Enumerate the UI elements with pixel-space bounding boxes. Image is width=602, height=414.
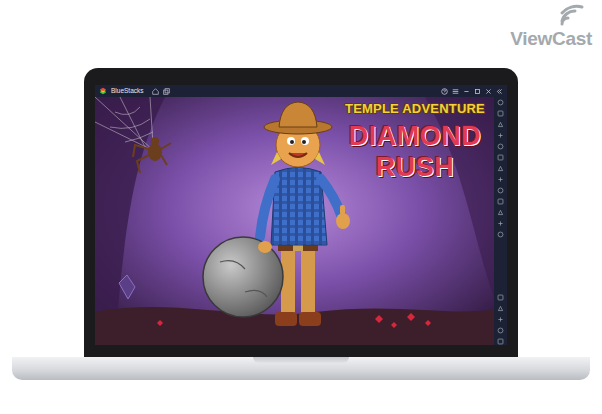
location-icon[interactable] (497, 187, 504, 194)
multi-instance-icon[interactable] (163, 88, 170, 95)
maximize-icon[interactable] (474, 88, 481, 95)
collapse-sidebar-icon[interactable] (496, 88, 503, 95)
game-title-line: DIAMOND (340, 121, 490, 152)
volume-icon[interactable] (497, 110, 504, 117)
laptop-notch (253, 357, 349, 363)
laptop-base (12, 357, 590, 380)
sync-icon[interactable] (497, 209, 504, 216)
record-icon[interactable] (497, 143, 504, 150)
laptop-screen-bezel: BlueStacks (84, 68, 518, 357)
logo-text: ViewCast (510, 29, 592, 50)
game-title-line: RUSH (340, 152, 490, 183)
mockup-stage: ViewCast BlueStacks (0, 0, 602, 414)
eco-icon[interactable] (497, 220, 504, 227)
minimize-icon[interactable] (463, 88, 470, 95)
game-title: TEMPLE ADVENTURE DIAMONDRUSH (340, 102, 490, 183)
window-title: BlueStacks (111, 85, 144, 97)
game-screen[interactable]: TEMPLE ADVENTURE DIAMONDRUSH (95, 97, 494, 345)
close-icon[interactable] (485, 88, 492, 95)
back-icon[interactable] (497, 316, 504, 323)
app-window: BlueStacks (95, 85, 507, 345)
shake-icon[interactable] (497, 176, 504, 183)
folder-icon[interactable] (497, 231, 504, 238)
more-icon[interactable] (497, 305, 504, 312)
macro-icon[interactable] (497, 198, 504, 205)
tool-sidebar (494, 97, 507, 345)
title-bar: BlueStacks (95, 85, 507, 97)
rotate-icon[interactable] (497, 165, 504, 172)
laptop: BlueStacks (0, 0, 602, 380)
game-subtitle: TEMPLE ADVENTURE (340, 102, 490, 121)
settings-icon[interactable] (497, 99, 504, 106)
home-icon[interactable] (497, 327, 504, 334)
help-icon[interactable] (441, 88, 448, 95)
home-icon[interactable] (152, 88, 159, 95)
gamepad-icon[interactable] (497, 154, 504, 161)
signal-icon (556, 4, 586, 30)
screenshot-icon[interactable] (497, 132, 504, 139)
recent-icon[interactable] (497, 338, 504, 345)
media-icon[interactable] (497, 294, 504, 301)
keyboard-icon[interactable] (497, 121, 504, 128)
game-title-lines: DIAMONDRUSH (340, 121, 490, 183)
menu-icon[interactable] (452, 88, 459, 95)
app-body: TEMPLE ADVENTURE DIAMONDRUSH (95, 97, 507, 345)
bluestacks-logo-icon (99, 87, 107, 95)
viewcast-logo: ViewCast (500, 4, 592, 50)
